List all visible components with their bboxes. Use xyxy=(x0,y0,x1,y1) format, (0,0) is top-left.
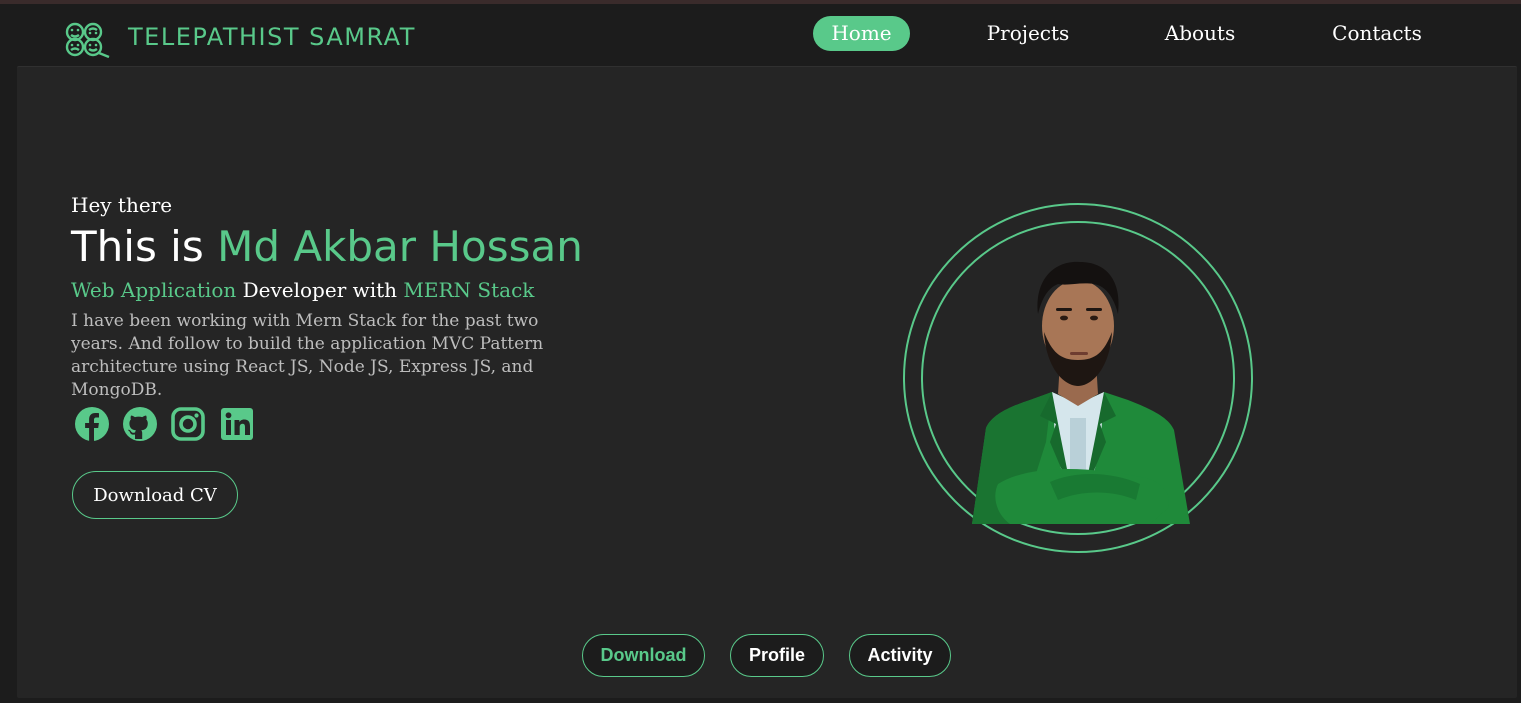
download-cv-button[interactable]: Download CV xyxy=(72,471,238,519)
hero-greeting: Hey there xyxy=(71,193,173,217)
linkedin-icon[interactable] xyxy=(219,406,255,442)
profile-portrait xyxy=(903,203,1253,553)
tab-profile[interactable]: Profile xyxy=(730,634,824,677)
brand-name[interactable]: TELEPATHIST SAMRAT xyxy=(128,22,416,52)
hero-role: Web Application Developer with MERN Stac… xyxy=(71,276,534,304)
tab-download[interactable]: Download xyxy=(582,634,705,677)
github-icon[interactable] xyxy=(122,406,158,442)
nav-projects[interactable]: Projects xyxy=(978,16,1078,51)
hero-title: This is Md Akbar Hossan xyxy=(71,220,583,274)
nav-home[interactable]: Home xyxy=(813,16,910,51)
faces-logo-icon[interactable] xyxy=(63,22,115,58)
hero-description: I have been working with Mern Stack for … xyxy=(71,311,544,400)
instagram-icon[interactable] xyxy=(170,406,206,442)
hero-role-part3: MERN Stack xyxy=(403,278,535,302)
facebook-icon[interactable] xyxy=(74,406,110,442)
hero-title-prefix: This is xyxy=(71,222,204,271)
hero-role-part1: Web Application xyxy=(71,278,237,302)
nav-contacts[interactable]: Contacts xyxy=(1322,16,1432,51)
site-header: TELEPATHIST SAMRAT Home Projects Abouts … xyxy=(0,4,1521,65)
hero-role-part2: Developer with xyxy=(242,278,398,302)
tab-activity[interactable]: Activity xyxy=(849,634,951,677)
nav-abouts[interactable]: Abouts xyxy=(1155,16,1245,51)
hero-name: Md Akbar Hossan xyxy=(217,222,583,271)
